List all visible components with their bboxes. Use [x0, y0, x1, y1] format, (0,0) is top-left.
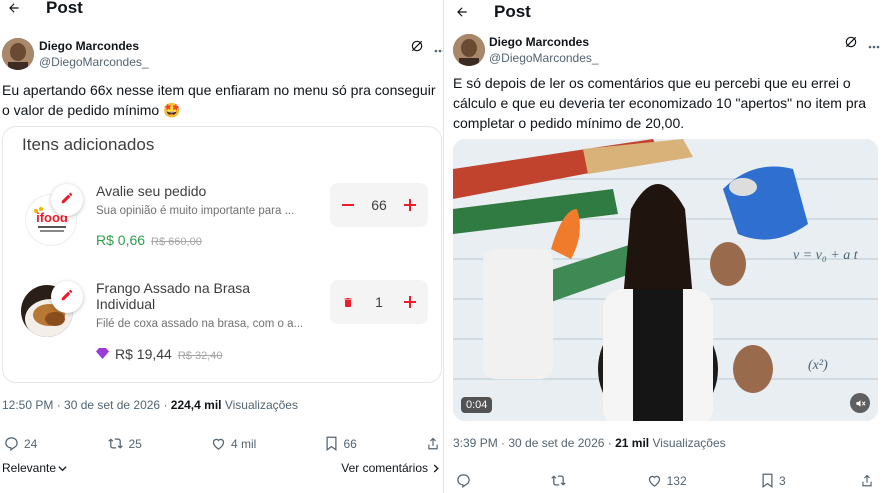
repost-button[interactable] — [550, 473, 572, 488]
repost-icon — [107, 438, 123, 449]
bookmark-button[interactable]: 3 — [761, 473, 786, 488]
left-post-panel: Post Diego Marcondes @DiegoMarcondes_ Eu… — [0, 0, 444, 493]
more-icon[interactable] — [868, 36, 880, 54]
edit-pencil-icon — [60, 191, 74, 210]
like-icon — [648, 475, 660, 487]
remove-item-button[interactable] — [338, 292, 358, 312]
mute-icon — [855, 399, 865, 407]
back-arrow-icon[interactable] — [4, 0, 24, 18]
video-duration: 0:04 — [461, 397, 493, 413]
share-button[interactable] — [860, 473, 874, 488]
item-name: Frango Assado na Brasa Individual — [96, 280, 251, 312]
reply-button[interactable] — [456, 473, 476, 488]
item-price: R$ 0,66 — [96, 232, 146, 248]
post-timestamp[interactable]: 3:39 PM · 30 de set de 2026 · — [453, 436, 615, 450]
quantity-stepper: 1 — [330, 280, 428, 324]
svg-text:v = v₀ + a t: v = v₀ + a t — [793, 248, 859, 263]
like-count: 4 mil — [231, 436, 257, 451]
post-meta: 12:50 PM · 30 de set de 2026 · 224,4 mil… — [2, 398, 298, 412]
bookmark-count: 3 — [778, 473, 786, 488]
view-count: 224,4 mil — [170, 398, 222, 412]
video-frame: v = v₀ + a t (x²) — [453, 139, 878, 421]
reply-icon — [457, 474, 470, 488]
plus-icon — [403, 199, 416, 211]
edit-pencil-icon — [60, 288, 74, 307]
chevron-down-icon — [58, 465, 67, 471]
plus-icon — [403, 296, 416, 308]
reply-icon — [5, 437, 18, 451]
plus-button[interactable] — [400, 195, 420, 215]
share-button[interactable] — [426, 436, 440, 451]
item-price-row: R$ 0,66 R$ 660,00 — [96, 232, 202, 248]
like-count: 132 — [666, 473, 687, 488]
card-title: Itens adicionados — [22, 135, 155, 154]
item-price-row: R$ 19,44 R$ 32,40 — [96, 346, 222, 364]
bookmark-count: 66 — [343, 436, 357, 451]
video-player[interactable]: v = v₀ + a t (x²) 0:04 — [453, 139, 878, 421]
post-timestamp[interactable]: 12:50 PM · 30 de set de 2026 · — [2, 398, 171, 412]
post-top-icons — [410, 39, 444, 58]
view-replies-link[interactable]: Ver comentários — [341, 461, 440, 475]
tweet-text: E só depois de ler os comentários que eu… — [453, 75, 867, 131]
view-replies-label: Ver comentários — [341, 461, 428, 475]
chevron-right-icon — [433, 463, 439, 473]
sort-dropdown[interactable]: Relevante — [2, 461, 67, 475]
action-bar: 24 25 4 mil 66 — [4, 436, 440, 451]
bookmark-icon — [762, 473, 773, 488]
views-label: Visualizações — [649, 436, 726, 450]
mute-button[interactable] — [850, 393, 870, 413]
view-count: 21 mil — [615, 436, 650, 450]
post-top-icons — [844, 35, 880, 54]
page-title: Post — [46, 0, 83, 17]
author-name[interactable]: Diego Marcondes — [489, 35, 589, 49]
edit-item-button[interactable] — [51, 184, 83, 216]
post-meta: 3:39 PM · 30 de set de 2026 · 21 mil Vis… — [453, 436, 726, 450]
avatar[interactable] — [453, 34, 485, 66]
reply-count: 24 — [24, 436, 38, 451]
item-name: Avalie seu pedido — [96, 183, 207, 199]
sort-label: Relevante — [2, 461, 57, 475]
repost-button[interactable]: 25 — [107, 436, 142, 451]
reply-button[interactable]: 24 — [4, 436, 37, 451]
bookmark-button[interactable]: 66 — [325, 436, 357, 451]
right-post-panel: Post Diego Marcondes @DiegoMarcondes_ E … — [444, 0, 888, 493]
share-icon — [862, 474, 872, 487]
like-button[interactable]: 132 — [647, 473, 687, 488]
quantity-stepper: 66 — [330, 183, 428, 227]
item-description: Filé de coxa assado na brasa, com o a... — [96, 318, 304, 330]
action-bar: 132 3 — [456, 473, 874, 488]
tweet-text: Eu apertando 66x nesse item que enfiaram… — [2, 82, 436, 118]
author-handle[interactable]: @DiegoMarcondes_ — [39, 55, 149, 69]
left-header: Post — [4, 0, 83, 20]
ifood-cart-card: Itens adicionados ifood Avalie seu pedid… — [2, 126, 442, 383]
minus-button[interactable] — [338, 195, 358, 215]
page-title: Post — [494, 2, 531, 21]
diamond-icon — [96, 346, 109, 364]
share-icon — [428, 437, 438, 450]
like-icon — [212, 438, 225, 450]
author-name[interactable]: Diego Marcondes — [39, 39, 139, 53]
grok-icon[interactable] — [844, 35, 858, 54]
item-old-price: R$ 32,40 — [177, 350, 223, 362]
svg-text:(x²): (x²) — [808, 358, 828, 373]
repost-count: 25 — [128, 436, 142, 451]
edit-item-button[interactable] — [51, 281, 83, 313]
author-handle[interactable]: @DiegoMarcondes_ — [489, 51, 599, 65]
back-arrow-icon[interactable] — [452, 2, 472, 22]
item-description: Sua opinião é muito importante para ... — [96, 205, 295, 217]
right-header: Post — [452, 0, 531, 24]
like-button[interactable]: 4 mil — [211, 436, 256, 451]
bookmark-icon — [326, 436, 337, 451]
minus-icon — [342, 204, 354, 206]
views-label: Visualizações — [221, 398, 298, 412]
avatar[interactable] — [2, 38, 34, 70]
item-old-price: R$ 660,00 — [151, 236, 202, 248]
grok-icon[interactable] — [410, 39, 424, 58]
quantity-value: 66 — [371, 197, 387, 213]
plus-button[interactable] — [400, 292, 420, 312]
item-price: R$ 19,44 — [115, 346, 172, 362]
quantity-value: 1 — [375, 294, 383, 310]
trash-icon — [344, 298, 352, 307]
repost-icon — [551, 475, 566, 486]
